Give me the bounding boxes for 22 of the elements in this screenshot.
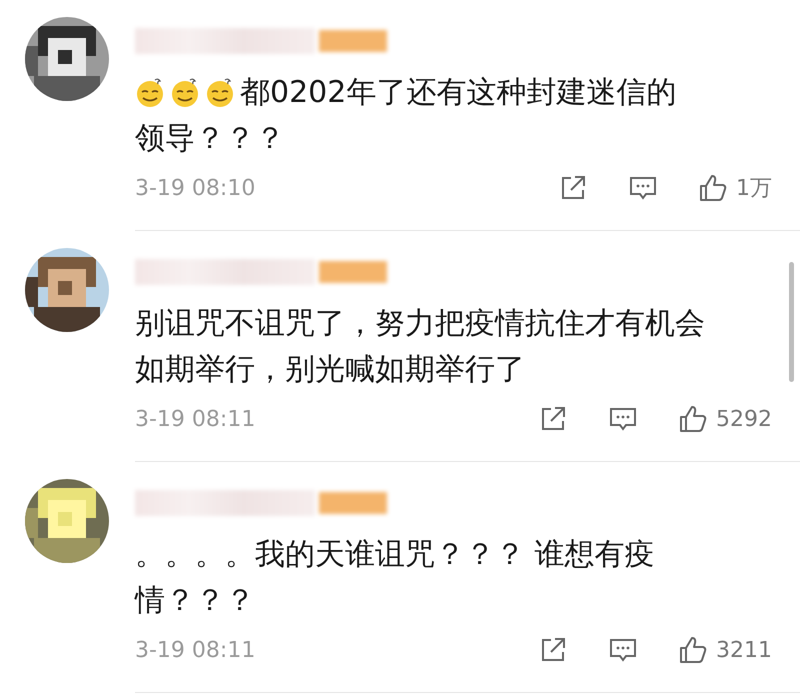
thumbs-up-icon[interactable]: [678, 635, 708, 665]
blurred-badge: [319, 30, 387, 52]
emoji-icon: [205, 78, 235, 108]
blurred-badge: [319, 261, 387, 283]
comment-text: 别诅咒不诅咒了，努力把疫情抗住才有机会: [135, 305, 705, 343]
thumbs-up-icon[interactable]: [678, 404, 708, 434]
comment-text: 都0202年了还有这种封建迷信的: [240, 74, 676, 112]
comment-text: 情？？？: [135, 582, 255, 620]
like-count: 5292: [716, 406, 772, 432]
comment-time: 3-19 08:11: [135, 406, 256, 432]
like-count: 3211: [716, 638, 772, 662]
comment-time: 3-19 08:11: [135, 638, 256, 662]
comment-text: 如期举行，别光喊如期举行了: [135, 351, 525, 389]
blurred-badge: [319, 492, 387, 514]
emoji-icon: [135, 78, 165, 108]
like-count: 1万: [736, 175, 772, 203]
comment-text: 。。。。我的天谁诅咒？？？ 谁想有疫: [135, 536, 655, 574]
thumbs-up-icon[interactable]: [698, 173, 728, 203]
comment-time: 3-19 08:10: [135, 176, 256, 200]
emoji-icon: [170, 78, 200, 108]
scrollbar[interactable]: [789, 262, 794, 382]
comment-text: 领导？？？: [135, 120, 285, 158]
